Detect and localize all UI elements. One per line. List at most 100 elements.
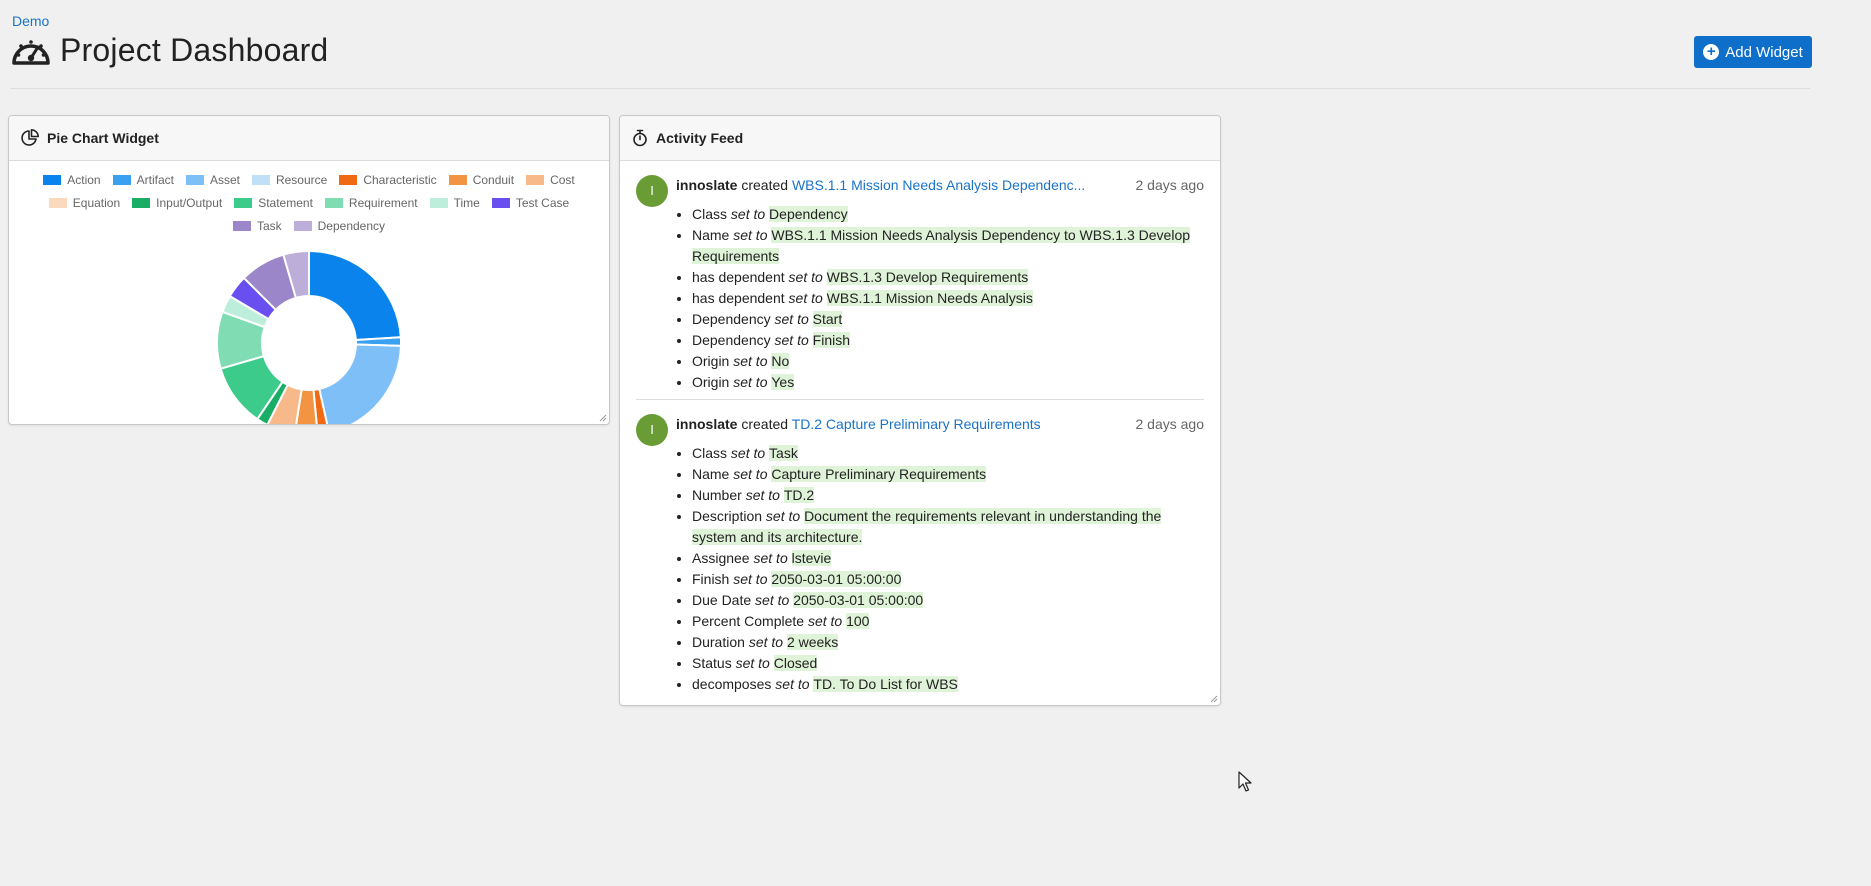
feed-entry: Iinnoslate created TD.2 Capture Prelimin… (636, 399, 1204, 701)
change-field: Dependency (692, 332, 775, 348)
page-title: Project Dashboard (60, 32, 329, 68)
change-field: Dependency (692, 311, 775, 327)
legend-swatch (232, 221, 251, 231)
feed-change-item: Class set to Task (692, 443, 1204, 464)
change-set-to: set to (788, 290, 827, 306)
legend-swatch (429, 198, 448, 208)
feed-entry-header: innoslate created WBS.1.1 Mission Needs … (676, 175, 1134, 196)
change-field: Status (692, 655, 736, 671)
legend-label: Input/Output (156, 196, 223, 210)
pie-chart-widget: Pie Chart Widget Action Artifact Asset Reso… (8, 115, 610, 425)
feed-change-item: Name set to WBS.1.1 Mission Needs Analys… (692, 225, 1204, 267)
feed-change-item: Assignee set to lstevie (692, 548, 1204, 569)
pie-widget-header[interactable]: Pie Chart Widget (9, 116, 609, 161)
legend-item[interactable]: Task (232, 215, 282, 237)
pie-slice[interactable] (318, 343, 402, 425)
legend-swatch (48, 198, 67, 208)
legend-swatch (293, 221, 312, 231)
change-field: Class (692, 206, 731, 222)
legend-item[interactable]: Requirement (324, 192, 418, 214)
feed-timestamp: 2 days ago (1135, 416, 1205, 432)
avatar: I (636, 175, 668, 207)
feed-change-list: Class set to Dependency Name set to WBS.1… (676, 204, 1204, 393)
feed-widget-header[interactable]: Activity Feed (620, 116, 1220, 161)
feed-change-item: Due Date set to 2050-03-01 05:00:00 (692, 590, 1204, 611)
feed-entity-link[interactable]: WBS.1.1 Mission Needs Analysis Dependenc… (792, 177, 1085, 193)
feed-change-item: Origin set to Yes (692, 372, 1204, 393)
legend-swatch (251, 175, 270, 185)
legend-item[interactable]: Dependency (293, 215, 386, 237)
change-set-to: set to (748, 634, 787, 650)
resize-handle-icon[interactable] (1210, 695, 1218, 703)
change-value: Task (769, 445, 798, 461)
legend-item[interactable]: Characteristic (339, 169, 437, 191)
feed-change-item: Percent Complete set to 100 (692, 611, 1204, 632)
plus-circle-icon: + (1703, 44, 1720, 60)
feed-change-item: has dependent set to WBS.1.3 Develop Req… (692, 267, 1204, 288)
legend-item[interactable]: Action (43, 169, 101, 191)
change-value: 2050-03-01 05:00:00 (771, 571, 902, 587)
feed-change-item: Duration set to 2 weeks (692, 632, 1204, 653)
change-value: Dependency (769, 206, 848, 222)
legend-swatch (132, 198, 151, 208)
feed-change-item: Name set to Capture Preliminary Requirem… (692, 464, 1204, 485)
legend-item[interactable]: Artifact (112, 169, 174, 191)
legend-item[interactable]: Time (429, 192, 480, 214)
change-set-to: set to (755, 592, 794, 608)
change-field: Class (692, 445, 731, 461)
breadcrumb-demo[interactable]: Demo (12, 13, 49, 29)
feed-change-item: Number set to TD.2 (692, 485, 1204, 506)
change-field: Percent Complete (692, 613, 808, 629)
change-field: Assignee (692, 550, 754, 566)
legend-item[interactable]: Asset (185, 169, 240, 191)
feed-change-item: has dependent set to WBS.1.1 Mission Nee… (692, 288, 1204, 309)
legend-item[interactable]: Input/Output (132, 192, 222, 214)
feed-entity-link[interactable]: TD.2 Capture Preliminary Requirements (792, 416, 1041, 432)
feed-change-item: Dependency set to Start (692, 309, 1204, 330)
resize-handle-icon[interactable] (599, 414, 607, 422)
legend-label: Time (453, 196, 480, 210)
legend-label: Requirement (348, 196, 418, 210)
page-header: Project Dashboard (10, 32, 328, 69)
feed-verb: created (737, 177, 792, 193)
stopwatch-icon (633, 129, 647, 147)
header-divider (10, 88, 1810, 89)
legend-item[interactable]: Test Case (491, 192, 570, 214)
feed-change-item: Origin set to No (692, 351, 1204, 372)
activity-feed-list[interactable]: Iinnoslate created WBS.1.1 Mission Needs… (620, 161, 1220, 704)
feed-change-item: decomposes set to TD. To Do List for WBS (692, 674, 1204, 695)
legend-label: Test Case (515, 196, 570, 210)
change-set-to: set to (733, 353, 772, 369)
feed-entry: Iinnoslate created WBS.1.1 Mission Needs… (636, 161, 1204, 399)
change-set-to: set to (745, 487, 784, 503)
change-field: Name (692, 227, 734, 243)
change-set-to: set to (753, 550, 792, 566)
change-field: decomposes (692, 676, 776, 692)
legend-item[interactable]: Cost (526, 169, 575, 191)
change-field: Origin (692, 353, 734, 369)
legend-label: Task (256, 219, 282, 233)
change-value: 2050-03-01 05:00:00 (793, 592, 924, 608)
legend-item[interactable]: Equation (48, 192, 121, 214)
legend-item[interactable]: Statement (234, 192, 313, 214)
legend-swatch (324, 198, 343, 208)
change-set-to: set to (733, 571, 772, 587)
feed-timestamp: 2 days ago (1135, 177, 1205, 193)
change-field: Finish (692, 571, 734, 587)
change-value: Closed (773, 655, 818, 671)
legend-label: Asset (209, 173, 240, 187)
legend-swatch (112, 175, 131, 185)
legend-item[interactable]: Conduit (448, 169, 514, 191)
change-value: TD.2 (783, 487, 815, 503)
change-field: Description (692, 508, 766, 524)
pie-slice[interactable] (308, 249, 402, 342)
legend-label: Equation (72, 196, 121, 210)
add-widget-button[interactable]: + Add Widget (1694, 36, 1812, 68)
feed-change-item: Dependency set to Finish (692, 330, 1204, 351)
legend-swatch (339, 175, 358, 185)
legend-swatch (234, 198, 253, 208)
feed-change-item: Finish set to 2050-03-01 05:00:00 (692, 569, 1204, 590)
legend-item[interactable]: Resource (251, 169, 327, 191)
chart-pie-icon (21, 129, 39, 146)
legend-label: Dependency (317, 219, 386, 233)
